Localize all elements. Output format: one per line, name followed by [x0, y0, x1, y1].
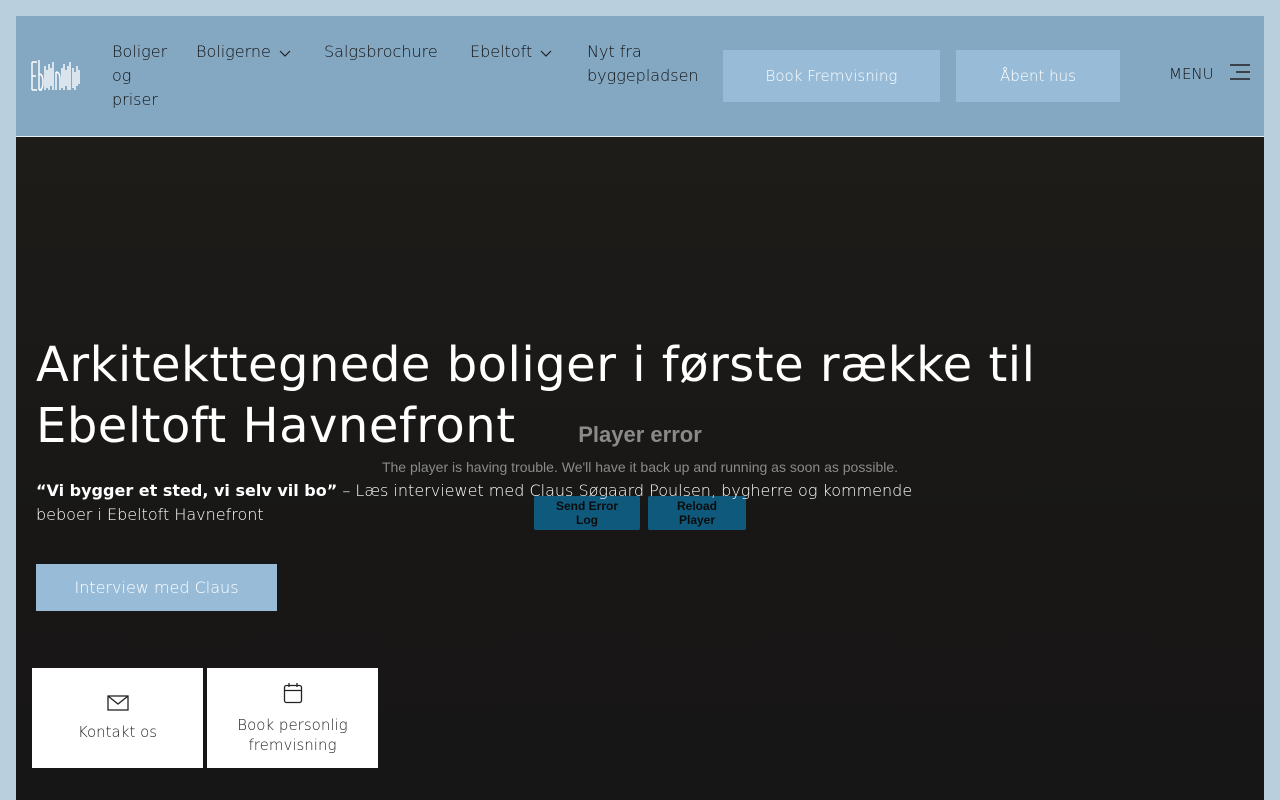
nav-label: Nyt fra byggepladsen: [587, 42, 699, 85]
menu-toggle[interactable]: MENU: [1169, 62, 1252, 86]
interview-button[interactable]: Interview med Claus: [36, 564, 277, 611]
nav-item-boligerne[interactable]: Boligerne: [196, 40, 291, 65]
logo-mark: [31, 60, 80, 91]
hero-title: Arkitekttegnede boliger i første række t…: [36, 335, 1036, 457]
chevron-down-icon: [279, 41, 291, 65]
contact-card-label: Kontakt os: [77, 722, 158, 741]
book-viewing-button[interactable]: Book Fremvisning: [723, 50, 940, 102]
calendar-icon: [283, 682, 303, 709]
nav-item-ebeltoft[interactable]: Ebeltoft: [470, 40, 552, 65]
hero-title-line-1: Arkitekttegnede boliger i første række t…: [36, 337, 1036, 393]
book-personal-card[interactable]: Book personlig fremvisning: [207, 668, 378, 768]
site-header: Boliger og priser Boligerne Salgsbrochur…: [16, 16, 1264, 137]
hero-section: Player error The player is having troubl…: [16, 137, 1264, 800]
hero-title-line-2: Ebeltoft Havnefront: [36, 398, 516, 454]
book-personal-label-line-2: fremvisning: [248, 735, 337, 754]
nav-label: Boliger og priser: [112, 42, 168, 109]
hamburger-menu-icon: [1228, 62, 1252, 86]
nav-label: Salgsbrochure: [324, 42, 438, 61]
nav-item-boliger-og-priser[interactable]: Boliger og priser: [112, 40, 172, 112]
hero-quote: “Vi bygger et sted, vi selv vil bo”: [36, 481, 338, 500]
book-personal-label-line-1: Book personlig: [237, 715, 348, 734]
player-error-message: The player is having trouble. We'll have…: [381, 459, 899, 475]
nav-label: Ebeltoft: [470, 42, 533, 61]
open-house-button[interactable]: Åbent hus: [956, 50, 1120, 102]
site-logo[interactable]: [30, 56, 82, 96]
contact-card[interactable]: Kontakt os: [32, 668, 203, 768]
envelope-icon: [106, 694, 129, 716]
nav-item-salgsbrochure[interactable]: Salgsbrochure: [324, 40, 438, 64]
nav-label: Boligerne: [196, 42, 271, 61]
menu-label: MENU: [1169, 65, 1214, 83]
page-frame: Boliger og priser Boligerne Salgsbrochur…: [16, 16, 1264, 800]
chevron-down-icon: [540, 41, 552, 65]
nav-item-nyt-fra-byggepladsen[interactable]: Nyt fra byggepladsen: [587, 40, 709, 88]
hero-subtitle: “Vi bygger et sted, vi selv vil bo” – Læ…: [36, 479, 956, 527]
